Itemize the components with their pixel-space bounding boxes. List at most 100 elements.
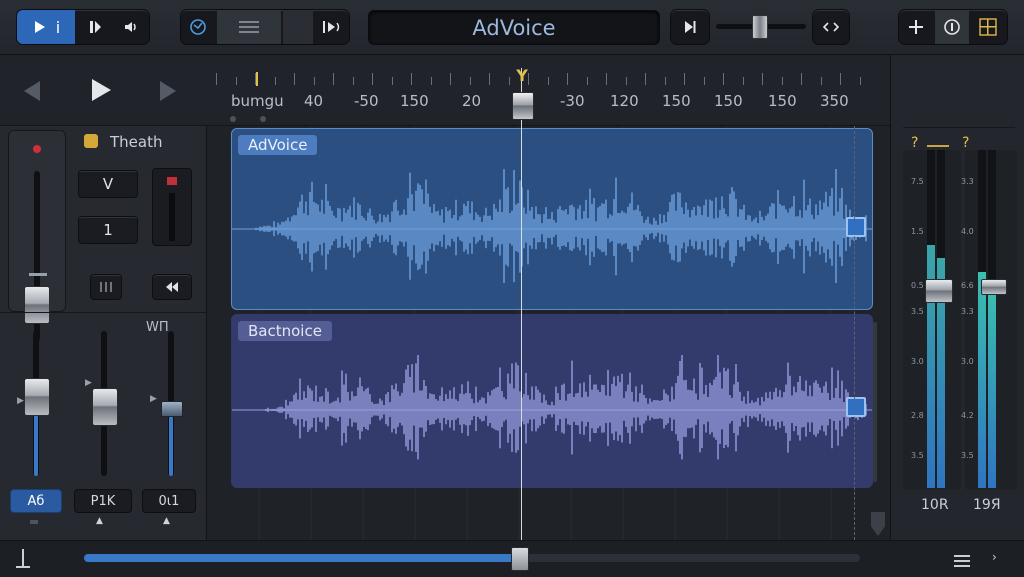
channel-fader-knob[interactable] — [92, 388, 118, 427]
list-icon — [239, 21, 259, 33]
channel-fader-knob[interactable] — [161, 400, 183, 417]
info-button[interactable] — [935, 10, 969, 44]
channel-fader-knob[interactable] — [24, 378, 50, 417]
cursor-tool-icon-base — [16, 566, 30, 568]
ruler-tick — [274, 77, 276, 85]
blank-tool-button[interactable] — [283, 10, 313, 44]
caret-up-icon: ▲ — [163, 516, 170, 526]
meter-label-right: 19Я — [973, 497, 1001, 513]
fader-arrow-icon: ▶ — [150, 394, 157, 404]
v-button[interactable]: V — [78, 170, 138, 198]
channel-label[interactable]: 0ι1 — [142, 489, 196, 513]
scrollbar-fill — [84, 554, 519, 562]
forward-button[interactable] — [156, 79, 180, 107]
transport-group: i — [16, 9, 150, 45]
master-fader-knob[interactable] — [24, 286, 50, 324]
more-chevron-icon[interactable]: › — [992, 550, 997, 564]
menu-button[interactable] — [954, 552, 970, 571]
cursor-tool-icon[interactable] — [22, 549, 24, 567]
record-indicator-icon — [33, 145, 41, 153]
meter-scale-label: 3.5 — [911, 451, 924, 460]
record-arm-fader[interactable] — [152, 168, 192, 246]
hamburger-icon — [954, 555, 970, 567]
timeline-ruler[interactable]: bumgu 40 -50 150 20 -30 120 150 150 150 … — [212, 55, 872, 125]
next-button[interactable] — [671, 10, 709, 44]
channel-label-active[interactable]: Aб — [10, 489, 62, 513]
tools-group — [180, 9, 350, 45]
volume-slider[interactable] — [716, 15, 806, 39]
ruler-mark: 150 — [768, 92, 797, 110]
code-group — [812, 9, 850, 45]
volume-slider-thumb[interactable] — [752, 15, 768, 39]
playhead-handle[interactable] — [512, 92, 534, 120]
ruler-tick — [625, 77, 627, 85]
record-icon — [167, 177, 177, 185]
audio-region-advoice[interactable]: AdVoice — [231, 128, 873, 310]
loop-end-line — [854, 126, 855, 540]
speaker-button[interactable] — [115, 10, 147, 44]
one-button[interactable]: 1 — [78, 216, 138, 244]
play-toggle-button[interactable]: i — [17, 10, 75, 44]
playhead-marker-icon[interactable]: Y — [508, 66, 536, 85]
meter-right-fader-knob[interactable] — [981, 279, 1007, 295]
ruler-tick — [372, 73, 373, 85]
top-toolbar: i AdVoice — [0, 0, 1024, 55]
meter-marker-right: ? — [962, 135, 970, 151]
horizontal-scrollbar[interactable] — [84, 554, 860, 562]
loop-start-marker[interactable] — [256, 72, 258, 86]
utility-group — [898, 9, 1008, 45]
play-button[interactable] — [88, 77, 114, 107]
meter-right-track-2 — [988, 150, 996, 488]
meter-scale-label: 3.0 — [961, 357, 974, 366]
ruler-mark: 120 — [610, 92, 639, 110]
triangle-left-icon — [24, 81, 40, 101]
ruler-mark: 150 — [662, 92, 691, 110]
pause-button[interactable] — [79, 10, 111, 44]
region-end-handle[interactable] — [846, 397, 866, 417]
grid-button[interactable] — [971, 10, 1005, 44]
ruler-tick — [586, 77, 588, 85]
audio-region-bactnoice[interactable]: Bactnoice — [231, 314, 873, 488]
vertical-scrollbar[interactable] — [873, 322, 877, 482]
expand-button[interactable] — [813, 10, 849, 44]
ruler-tick — [840, 73, 841, 85]
ruler-mark: 150 — [714, 92, 743, 110]
loop-button[interactable] — [315, 10, 349, 44]
meter-scale-label: 4.0 — [961, 227, 974, 236]
divider — [0, 312, 206, 313]
list-view-button[interactable] — [217, 10, 281, 44]
region-label: AdVoice — [238, 135, 318, 155]
ruler-start-label: bumgu — [231, 92, 284, 110]
meter-left-fader-knob[interactable] — [925, 279, 953, 303]
channel-label[interactable]: Ρ1Κ — [74, 489, 132, 513]
skip-forward-icon — [323, 21, 340, 33]
fader-arrow-icon: ▶ — [85, 378, 92, 388]
channel-fader-fill — [34, 414, 38, 476]
channel-color-icon — [84, 134, 98, 148]
mixer-panel: Theath V 1 WΠ ▶ ▶ ▶ Aб Ρ1Κ 0ι1 ▲ ▲ — [0, 126, 207, 540]
ruler-tick — [567, 73, 568, 85]
chevrons-icon — [823, 22, 839, 32]
mixer-tool-button[interactable] — [181, 10, 215, 44]
region-end-handle[interactable] — [846, 217, 866, 237]
next-icon — [685, 21, 696, 33]
ruler-tick — [859, 77, 861, 85]
bottom-bar: › — [0, 540, 1024, 577]
rewind-button[interactable] — [20, 79, 44, 107]
scrollbar-thumb[interactable] — [510, 547, 529, 571]
ruler-dot — [260, 116, 266, 122]
fader-arrow-icon: ▶ — [17, 396, 24, 406]
double-chevron-left-icon — [166, 282, 178, 292]
ruler-tick — [606, 73, 607, 85]
bars-button[interactable] — [90, 274, 122, 300]
play-icon — [34, 21, 45, 33]
meter-right-fill — [978, 271, 986, 488]
channel-indicator — [30, 520, 38, 524]
meter-scale-label: 3.3 — [961, 307, 974, 316]
ruler-tick — [781, 77, 783, 85]
meter-panel: ? ? 10R 19Я 7.5 1.5 0.5 3.5 3.0 2.8 3.5 3.3 4.0 6… — [890, 55, 1024, 540]
rewind-small-button[interactable] — [152, 274, 192, 300]
bars-icon — [100, 282, 112, 292]
ruler-tick — [294, 73, 295, 85]
add-button[interactable] — [899, 10, 933, 44]
